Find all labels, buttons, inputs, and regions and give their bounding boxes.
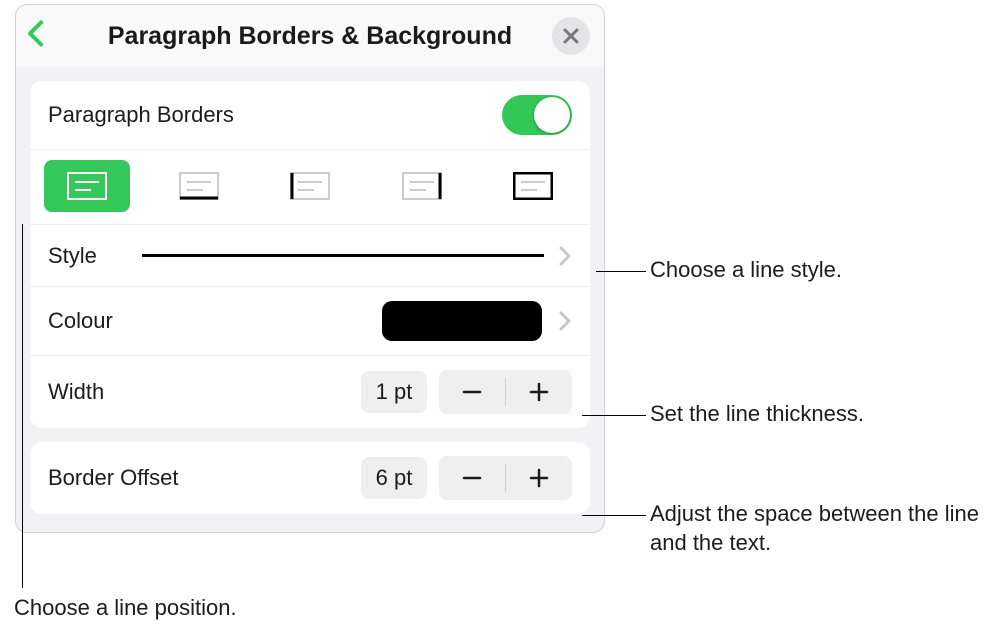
callout-position: Choose a line position.	[14, 594, 237, 623]
callout-line	[582, 415, 646, 416]
colour-swatch	[382, 301, 542, 341]
back-button[interactable]	[26, 20, 46, 53]
style-line-preview	[142, 254, 544, 257]
callout-offset: Adjust the space between the line and th…	[650, 500, 990, 557]
border-right-icon	[402, 172, 442, 200]
paragraph-borders-panel: Paragraph Borders & Background Paragraph…	[15, 4, 605, 533]
border-offset-increment-button[interactable]	[506, 456, 572, 500]
width-decrement-button[interactable]	[439, 370, 505, 414]
border-offset-stepper	[439, 456, 572, 500]
paragraph-borders-toggle[interactable]	[502, 95, 572, 135]
width-label: Width	[48, 379, 349, 405]
panel-header: Paragraph Borders & Background	[16, 5, 604, 67]
paragraph-borders-label: Paragraph Borders	[48, 102, 234, 128]
border-offset-decrement-button[interactable]	[439, 456, 505, 500]
chevron-right-icon	[558, 310, 572, 332]
border-offset-label: Border Offset	[48, 465, 349, 491]
chevron-left-icon	[26, 20, 46, 48]
border-position-bottom[interactable]	[156, 160, 242, 212]
minus-icon	[461, 467, 483, 489]
border-position-row	[30, 150, 590, 225]
paragraph-borders-section: Paragraph Borders	[30, 81, 590, 428]
chevron-right-icon	[558, 245, 572, 267]
border-offset-row: Border Offset 6 pt	[30, 442, 590, 514]
close-icon	[562, 27, 580, 45]
border-left-icon	[290, 172, 330, 200]
style-row[interactable]: Style	[30, 225, 590, 287]
panel-title: Paragraph Borders & Background	[32, 22, 588, 51]
callout-line	[22, 224, 23, 588]
width-stepper	[439, 370, 572, 414]
border-position-all[interactable]	[44, 160, 130, 212]
colour-row[interactable]: Colour	[30, 287, 590, 356]
style-label: Style	[48, 243, 128, 269]
callout-line	[582, 515, 646, 516]
border-surround-icon	[513, 172, 553, 200]
border-position-left[interactable]	[267, 160, 353, 212]
callout-line	[596, 271, 646, 272]
width-row: Width 1 pt	[30, 356, 590, 428]
border-position-right[interactable]	[379, 160, 465, 212]
close-button[interactable]	[552, 17, 590, 55]
border-offset-value: 6 pt	[361, 457, 427, 499]
paragraph-borders-toggle-row: Paragraph Borders	[30, 81, 590, 150]
plus-icon	[528, 381, 550, 403]
width-value: 1 pt	[361, 371, 427, 413]
toggle-knob	[534, 97, 570, 133]
border-offset-section: Border Offset 6 pt	[30, 442, 590, 514]
minus-icon	[461, 381, 483, 403]
border-bottom-icon	[179, 172, 219, 200]
callout-width: Set the line thickness.	[650, 400, 864, 429]
border-box-icon	[67, 172, 107, 200]
width-increment-button[interactable]	[506, 370, 572, 414]
plus-icon	[528, 467, 550, 489]
colour-label: Colour	[48, 308, 148, 334]
callout-style: Choose a line style.	[650, 256, 842, 285]
border-position-surround[interactable]	[490, 160, 576, 212]
